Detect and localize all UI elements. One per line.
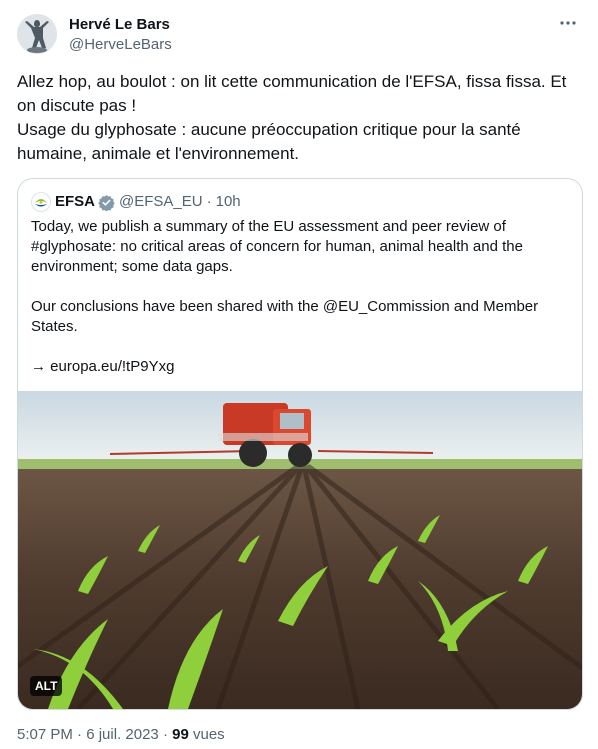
author-handle[interactable]: @HerveLeBars: [69, 35, 172, 55]
alt-text-badge[interactable]: ALT: [30, 676, 63, 696]
views-label: vues: [192, 726, 225, 743]
tweet-time[interactable]: 5:07 PM: [17, 726, 73, 743]
tweet-footer: 5:07 PM · 6 juil. 2023 · 99 vues: [17, 725, 225, 745]
more-horizontal-icon: [560, 21, 576, 25]
quoted-tweet-card[interactable]: EFSA @EFSA_EU · 10h Today, we publish a …: [17, 178, 583, 710]
quoted-tweet-text: Today, we publish a summary of the EU as…: [31, 218, 539, 375]
quoted-author-name[interactable]: EFSA: [55, 192, 95, 212]
verified-badge-icon: [98, 194, 115, 211]
more-options-button[interactable]: [553, 12, 583, 34]
footer-separator-2: ·: [162, 726, 168, 743]
efsa-logo-icon[interactable]: [31, 192, 51, 212]
tweet-text: Allez hop, au boulot : on lit cette comm…: [17, 72, 567, 163]
footer-separator: ·: [77, 726, 83, 743]
quoted-tweet-time[interactable]: 10h: [216, 192, 241, 212]
avatar[interactable]: [17, 14, 57, 54]
header-separator: ·: [206, 193, 212, 210]
statue-avatar-icon: [17, 14, 57, 54]
tweet-date[interactable]: 6 juil. 2023: [86, 726, 159, 743]
author-name[interactable]: Hervé Le Bars: [69, 15, 170, 35]
views-count: 99: [172, 726, 189, 743]
tweet-header: Hervé Le Bars @HerveLeBars: [17, 12, 583, 58]
quoted-author-handle[interactable]: @EFSA_EU: [119, 192, 203, 212]
quoted-tweet-header: EFSA @EFSA_EU · 10h: [31, 192, 241, 212]
tractor-field-photo: [18, 391, 582, 709]
tweet-image[interactable]: ALT: [18, 391, 582, 709]
